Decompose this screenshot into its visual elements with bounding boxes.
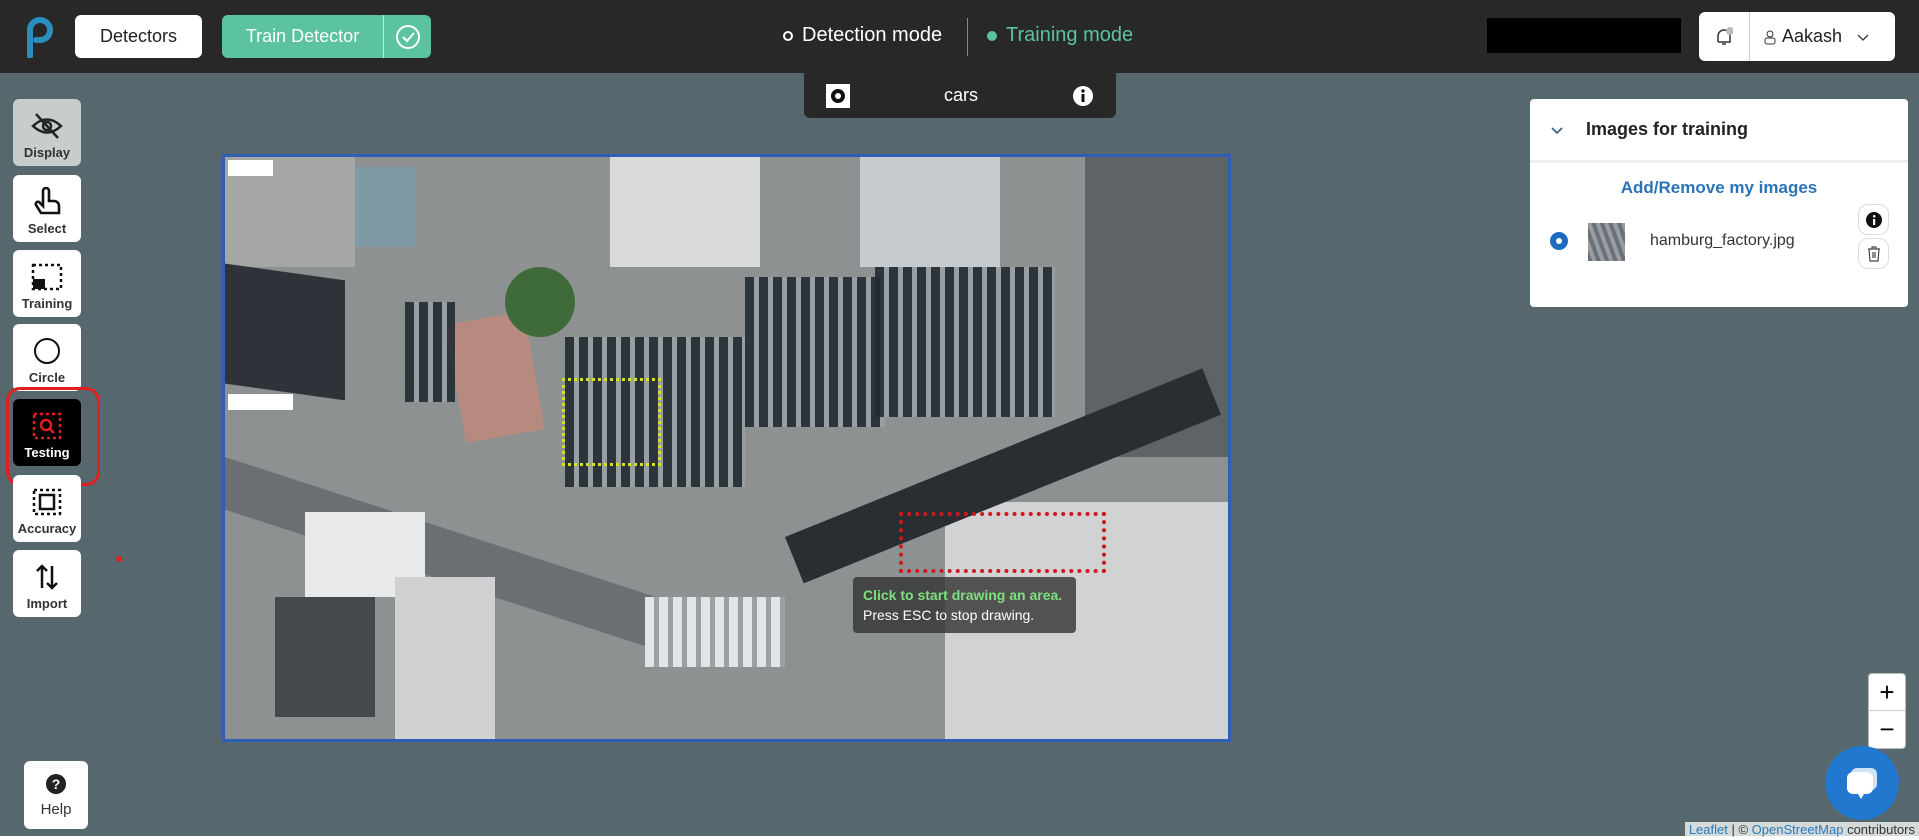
zoom-in-button[interactable]: + [1869,674,1905,711]
tooltip-line-1: Click to start drawing an area. [863,587,1063,603]
dotted-rectangle-icon [31,263,63,291]
question-icon: ? [46,773,66,794]
sidebar-item-select[interactable]: Select [13,175,81,242]
sidebar-item-label: Import [26,596,68,611]
image-list-item[interactable]: hamburg_factory.jpg [1530,198,1908,278]
sidebar-item-label: Accuracy [17,521,77,536]
sidebar-item-training[interactable]: Training [13,250,81,317]
highlight-outline [6,387,100,486]
detection-mode-toggle[interactable]: Detection mode [783,24,942,47]
cursor-marker [116,556,122,562]
chevron-down-icon [1857,34,1869,41]
attribution-text: contributors [1843,822,1915,837]
leaflet-link[interactable]: Leaflet [1689,822,1728,837]
attribution-separator: | © [1727,822,1752,837]
sidebar-item-label: Training [21,296,73,311]
map-note [228,160,273,176]
chat-icon [1847,768,1877,799]
user-menu[interactable]: Aakash [1750,26,1870,47]
info-icon[interactable] [1072,85,1094,107]
sidebar-item-label: Select [27,221,67,236]
category-bar: cars [804,73,1116,118]
drawing-tooltip: Click to start drawing an area. Press ES… [853,577,1076,633]
user-controls: Aakash [1699,12,1895,61]
radio-icon [783,30,793,41]
circle-icon [34,338,60,364]
add-remove-images-link[interactable]: Add/Remove my images [1530,178,1908,198]
category-name: cars [943,85,978,105]
panel-header[interactable]: Images for training [1530,99,1908,163]
eye-off-icon [31,113,63,139]
map-attribution: Leaflet | © OpenStreetMap contributors [1684,822,1919,837]
radio-icon [987,30,997,41]
help-label: Help [40,800,72,818]
zoom-out-button[interactable]: − [1869,711,1905,748]
map-note [228,394,293,410]
bell-icon[interactable] [1699,12,1750,61]
openstreetmap-link[interactable]: OpenStreetMap [1752,822,1844,837]
sidebar-item-import[interactable]: Import [13,550,81,617]
top-header: Detectors Train Detector Detection mode … [0,0,1919,73]
zoom-control: + − [1868,673,1906,749]
train-detector-button[interactable]: Train Detector [222,15,431,58]
image-filename: hamburg_factory.jpg [1650,232,1795,249]
image-radio[interactable] [1550,232,1568,250]
check-circle-icon[interactable] [383,15,431,58]
tooltip-line-2: Press ESC to stop drawing. [863,607,1035,623]
images-panel: Images for training Add/Remove my images… [1530,99,1908,307]
sidebar-item-label: Circle [28,370,66,385]
training-mode-label: Training mode [1006,24,1134,46]
sidebar-item-display[interactable]: Display [13,99,81,166]
sidebar-item-accuracy[interactable]: Accuracy [13,475,81,542]
divider [967,18,968,56]
arrows-up-down-icon [36,564,58,590]
gear-icon[interactable] [826,83,850,108]
user-name: Aakash [1782,26,1843,46]
app-logo [27,17,53,58]
training-mode-toggle[interactable]: Training mode [987,24,1133,47]
pointer-hand-icon [34,187,61,215]
accuracy-icon [32,488,62,516]
detectors-button[interactable]: Detectors [75,15,202,58]
image-thumbnail [1588,223,1625,261]
app: Detectors Train Detector Detection mode … [0,0,1919,837]
sidebar-item-circle[interactable]: Circle [13,324,81,391]
detection-mode-label: Detection mode [802,24,943,46]
training-area-box[interactable] [562,378,661,466]
trash-icon[interactable] [1858,238,1889,269]
user-icon [1764,30,1776,44]
redacted-area [1487,18,1681,53]
info-icon[interactable] [1858,204,1889,235]
chevron-down-icon[interactable] [1550,125,1564,135]
chat-button[interactable] [1825,746,1899,820]
train-detector-label: Train Detector [245,26,360,46]
help-button[interactable]: ? Help [24,761,88,829]
panel-title: Images for training [1586,119,1749,139]
testing-area-box[interactable] [899,512,1106,573]
svg-text:?: ? [52,776,61,792]
sidebar-item-label: Display [23,145,71,160]
aerial-map[interactable]: Click to start drawing an area. Press ES… [222,154,1231,742]
